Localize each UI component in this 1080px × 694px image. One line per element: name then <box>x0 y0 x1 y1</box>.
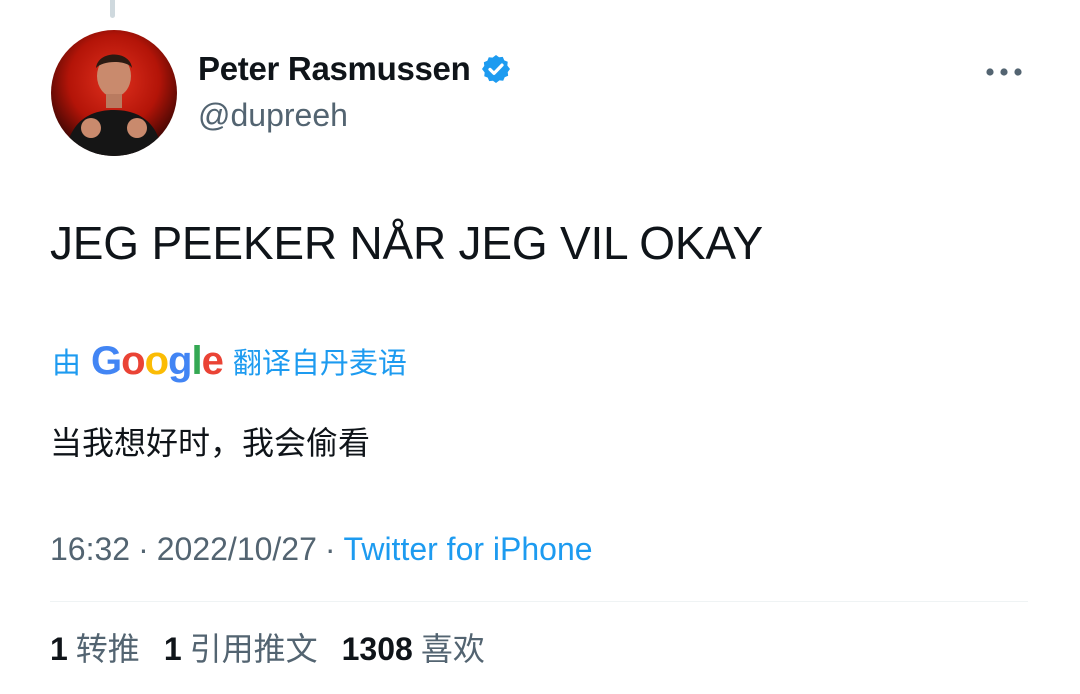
google-logo-letter: e <box>201 338 224 383</box>
more-options-button[interactable] <box>982 60 1026 84</box>
quotes-count: 1 <box>163 631 182 667</box>
google-logo-letter: o <box>121 338 145 383</box>
translation-attribution[interactable]: 由 Google 翻译自丹麦语 <box>52 336 407 386</box>
quotes-label: 引用推文 <box>189 630 318 668</box>
tweet-source-link[interactable]: Twitter for iPhone <box>344 531 593 567</box>
tweet-time[interactable]: 16:32 <box>50 531 130 567</box>
retweets-count: 1 <box>50 631 68 667</box>
verified-badge-icon <box>482 55 511 83</box>
likes-stat[interactable]: 1308 喜欢 <box>342 627 485 671</box>
google-logo-letter: o <box>144 338 169 383</box>
retweets-label: 转推 <box>75 630 140 668</box>
likes-label: 喜欢 <box>420 630 485 668</box>
avatar[interactable] <box>51 30 177 156</box>
thread-connector-line <box>110 0 115 18</box>
google-logo-letter: l <box>191 338 202 383</box>
more-dots-icon <box>986 68 1022 76</box>
meta-separator: · <box>138 531 149 567</box>
author-handle[interactable]: @dupreeh <box>198 97 348 134</box>
author-name-row: Peter Rasmussen <box>198 50 512 88</box>
author-display-name[interactable]: Peter Rasmussen <box>198 50 471 88</box>
tweet-text: JEG PEEKER NÅR JEG VIL OKAY <box>50 217 763 269</box>
translated-text: 当我想好时，我会偷看 <box>50 424 371 462</box>
quotes-stat[interactable]: 1 引用推文 <box>164 627 318 671</box>
translation-prefix: 由 <box>52 346 82 380</box>
meta-separator: · <box>324 531 336 567</box>
likes-count: 1308 <box>341 631 413 667</box>
google-logo-letter: G <box>91 338 122 383</box>
tweet-date[interactable]: 2022/10/27 <box>157 531 317 567</box>
tweet-stats: 1 转推 1 引用推文 1308 喜欢 <box>50 627 485 671</box>
tweet-meta: 16:32 · 2022/10/27 · Twitter for iPhone <box>50 527 593 571</box>
translation-source-language: 翻译自丹麦语 <box>232 346 407 380</box>
google-logo: Google <box>91 338 224 384</box>
divider <box>50 601 1028 602</box>
retweets-stat[interactable]: 1 转推 <box>50 627 140 671</box>
profile-photo-icon <box>51 30 177 156</box>
google-logo-letter: g <box>168 338 192 383</box>
